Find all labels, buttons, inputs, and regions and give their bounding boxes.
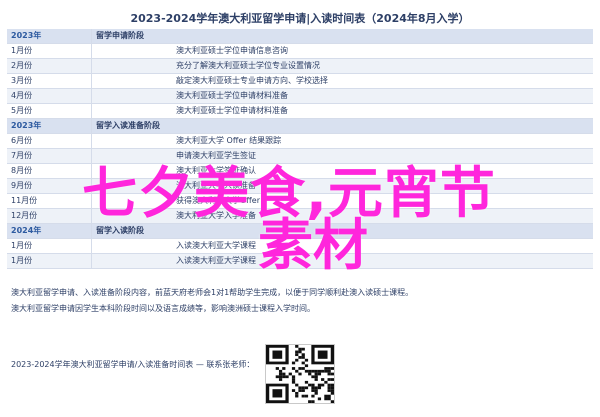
- section-row: 2024年 留学入读阶段: [7, 223, 593, 239]
- table-row: 1月份 澳大利亚硕士学位申请信息咨询: [7, 43, 593, 59]
- table-row: 1月份 入读澳大利亚大学课程: [7, 253, 593, 269]
- event-cell: 获得澳大利亚大学Offer: [91, 193, 593, 209]
- notes: 澳大利亚留学申请、入读准备阶段内容，前蓝天府老师会1对1帮助学生完成，以便于同学…: [7, 285, 593, 317]
- date-cell: 2月份: [7, 58, 92, 74]
- date-cell: 2024年: [7, 223, 92, 239]
- date-cell: 2023年: [7, 29, 92, 44]
- date-cell: 11月份: [7, 193, 92, 209]
- date-cell: 9月份: [7, 178, 92, 194]
- event-cell: 留学申请阶段: [91, 29, 593, 44]
- event-cell: 留学入读准备阶段: [91, 118, 593, 134]
- event-cell: 充分了解澳大利亚硕士学位专业设置情况: [91, 58, 593, 74]
- table-row: 4月份 澳大利亚硕士学位申请材料准备: [7, 88, 593, 104]
- event-cell: 澳大利亚硕士学位申请材料准备: [91, 103, 593, 119]
- section-row: 2023年 留学入读准备阶段: [7, 118, 593, 134]
- date-cell: 3月份: [7, 73, 92, 89]
- date-cell: 4月份: [7, 88, 92, 104]
- date-cell: 1月份: [7, 253, 92, 269]
- qr-code-icon: [265, 344, 335, 404]
- document-title: 2023-2024学年澳大利亚留学申请|入读时间表（2024年8月入学）: [7, 7, 593, 29]
- section-row: 2023年 留学申请阶段: [7, 29, 593, 44]
- event-cell: 入读澳大利亚大学课程: [91, 253, 593, 269]
- table-row: 9月份 澳大利亚大学入读准备: [7, 178, 593, 194]
- table-row: 12月份 澳大利亚大学入学准备: [7, 208, 593, 224]
- event-cell: 留学入读阶段: [91, 223, 593, 239]
- note-line: 澳大利亚留学申请、入读准备阶段内容，前蓝天府老师会1对1帮助学生完成，以便于同学…: [11, 288, 414, 297]
- date-cell: 5月份: [7, 103, 92, 119]
- document-page: 2023-2024学年澳大利亚留学申请|入读时间表（2024年8月入学） 202…: [7, 7, 593, 410]
- event-cell: 澳大利亚硕士学位申请材料准备: [91, 88, 593, 104]
- note-line: 澳大利亚留学申请因学生本科阶段时间以及语言成绩等，影响澳洲硕士课程入学时间。: [11, 304, 315, 313]
- date-cell: 7月份: [7, 148, 92, 164]
- event-cell: 敲定澳大利亚硕士专业申请方向、学校选择: [91, 73, 593, 89]
- table-row: 1月份 入读澳大利亚大学课程: [7, 238, 593, 254]
- event-cell: 申请澳大利亚学生签证: [91, 148, 593, 164]
- date-cell: 6月份: [7, 133, 92, 149]
- table-row: 3月份 敲定澳大利亚硕士专业申请方向、学校选择: [7, 73, 593, 89]
- table-row: 11月份 获得澳大利亚大学Offer: [7, 193, 593, 209]
- table-row: 5月份 澳大利亚硕士学位申请材料准备: [7, 103, 593, 119]
- event-cell: 澳大利亚大学入读准备: [91, 178, 593, 194]
- timeline-table: 2023年 留学申请阶段 1月份 澳大利亚硕士学位申请信息咨询 2月份 充分了解澳大利亚硕…: [7, 29, 593, 269]
- footer-contact: 2023-2024学年澳大利亚留学申请/入读准备时间表 — 联系张老师：: [11, 360, 255, 369]
- event-cell: 澳大利亚大学 Offer 结果跟踪: [91, 133, 593, 149]
- event-cell: 澳大利亚大学签证确认: [91, 163, 593, 179]
- table-row: 7月份 申请澳大利亚学生签证: [7, 148, 593, 164]
- event-cell: 入读澳大利亚大学课程: [91, 238, 593, 254]
- event-cell: 澳大利亚硕士学位申请信息咨询: [91, 43, 593, 59]
- date-cell: 8月份: [7, 163, 92, 179]
- table-row: 6月份 澳大利亚大学 Offer 结果跟踪: [7, 133, 593, 149]
- event-cell: 澳大利亚大学入学准备: [91, 208, 593, 224]
- table-row: 8月份 澳大利亚大学签证确认: [7, 163, 593, 179]
- date-cell: 1月份: [7, 238, 92, 254]
- date-cell: 1月份: [7, 43, 92, 59]
- date-cell: 12月份: [7, 208, 92, 224]
- date-cell: 2023年: [7, 118, 92, 134]
- table-row: 2月份 充分了解澳大利亚硕士学位专业设置情况: [7, 58, 593, 74]
